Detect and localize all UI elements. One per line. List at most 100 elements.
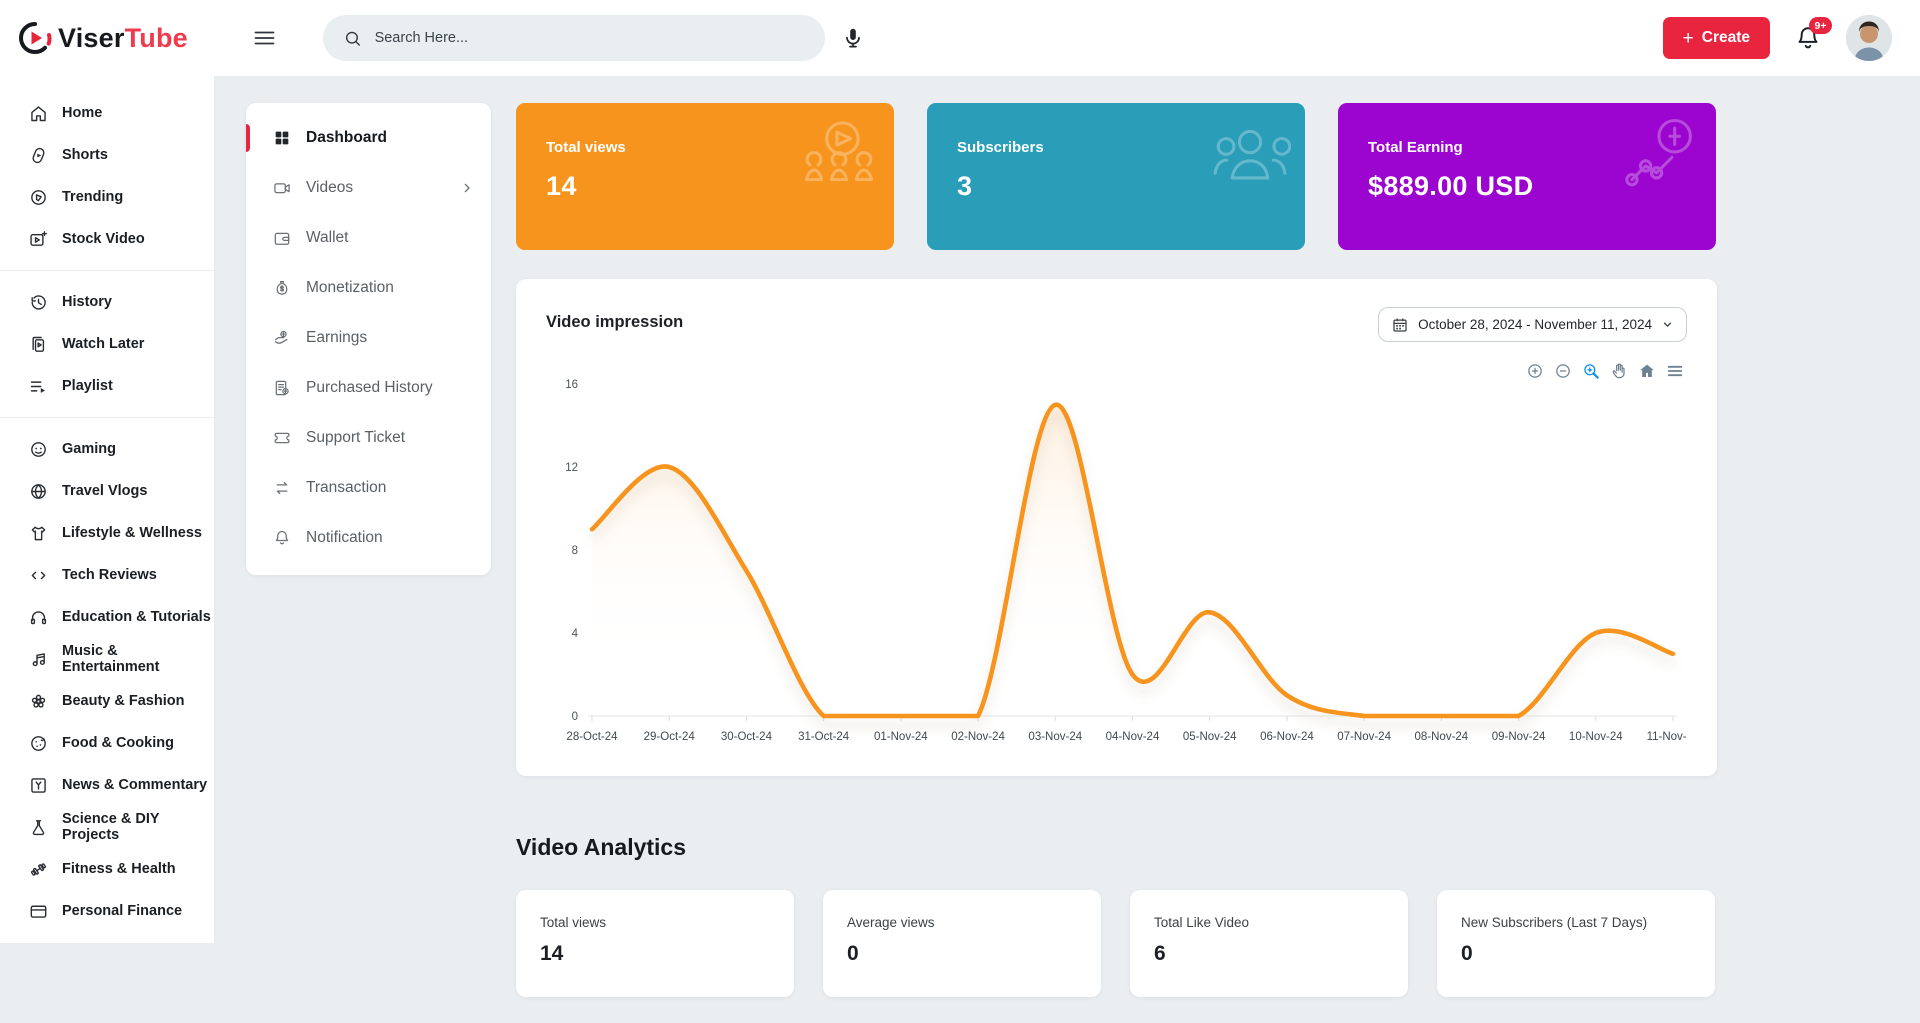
sidebar-item-education-tutorials[interactable]: Education & Tutorials <box>0 596 214 638</box>
sidebar-item-label: Watch Later <box>62 336 145 352</box>
svg-text:04-Nov-24: 04-Nov-24 <box>1106 731 1160 743</box>
sidebar-item-music-entertainment[interactable]: Music & Entertainment <box>0 638 214 680</box>
shorts-icon <box>32 147 45 163</box>
fitness-icon <box>30 862 47 876</box>
chart-toolbar <box>1525 361 1685 381</box>
plus-icon: + <box>1682 27 1694 49</box>
hamburger-menu-icon[interactable] <box>251 26 278 50</box>
sidebar-item-food-cooking[interactable]: Food & Cooking <box>0 722 214 764</box>
sidebar-item-label: Home <box>62 105 103 121</box>
sidebar-item-lifestyle-wellness[interactable]: Lifestyle & Wellness <box>0 512 214 554</box>
sidebar-item-gaming[interactable]: Gaming <box>0 428 214 470</box>
sidebar-item-beauty-fashion[interactable]: Beauty & Fashion <box>0 680 214 722</box>
analytics-card-new-subscribers-last-7-days-: New Subscribers (Last 7 Days) 0 <box>1437 890 1715 997</box>
menu-item-earnings[interactable]: Earnings <box>246 313 491 363</box>
menu-item-label: Wallet <box>306 229 349 246</box>
header: ViserTube + Create 9+ <box>0 0 1920 76</box>
chart-title: Video impression <box>546 313 684 331</box>
sidebar-item-stock-video[interactable]: Stock Video <box>0 218 214 260</box>
beauty-icon <box>31 694 46 708</box>
analytics-card-average-views: Average views 0 <box>823 890 1101 997</box>
zoom-out <box>1556 364 1570 378</box>
sidebar-item-shorts[interactable]: Shorts <box>0 134 214 176</box>
home-icon <box>31 105 46 121</box>
menu-item-wallet[interactable]: Wallet <box>246 213 491 263</box>
menu-item-label: Notification <box>306 529 383 546</box>
chevron-right-icon <box>464 183 470 193</box>
date-range-text: October 28, 2024 - November 11, 2024 <box>1418 317 1652 332</box>
news-icon <box>31 777 46 793</box>
header-actions: + Create 9+ <box>1662 15 1920 61</box>
menu-item-label: Dashboard <box>306 129 387 146</box>
menu-item-monetization[interactable]: Monetization <box>246 263 491 313</box>
analytics-card-total-like-video: Total Like Video 6 <box>1130 890 1408 997</box>
video-analytics-title: Video Analytics <box>516 834 687 860</box>
stat-card-total-views: Total views 14 <box>516 103 894 250</box>
sidebar-item-playlist[interactable]: Playlist <box>0 365 214 407</box>
sidebar-item-news-commentary[interactable]: News & Commentary <box>0 764 214 806</box>
sidebar-item-label: Stock Video <box>62 231 145 247</box>
app-logo[interactable]: ViserTube <box>0 21 215 55</box>
menu-tool-icon[interactable] <box>1665 361 1685 381</box>
zoom-out-tool-icon[interactable] <box>1553 361 1573 381</box>
notification-bell-icon[interactable]: 9+ <box>1794 17 1832 52</box>
watch-later-icon <box>32 336 45 352</box>
monetization-icon <box>276 281 288 295</box>
menu-item-transaction[interactable]: Transaction <box>246 463 491 513</box>
sidebar-item-home[interactable]: Home <box>0 92 214 134</box>
sidebar-item-label: Fitness & Health <box>62 861 176 877</box>
sidebar-item-trending[interactable]: Trending <box>0 176 214 218</box>
svg-text:11-Nov-24: 11-Nov-24 <box>1647 731 1687 743</box>
menu-item-support-ticket[interactable]: Support Ticket <box>246 413 491 463</box>
selection-zoom-tool-icon[interactable] <box>1581 361 1601 381</box>
search-bar[interactable] <box>323 15 825 61</box>
play-logo-icon <box>19 22 52 55</box>
menu-item-notification[interactable]: Notification <box>246 513 491 563</box>
dollar-chart-icon <box>1625 118 1692 187</box>
menu-item-purchased-history[interactable]: Purchased History <box>246 363 491 413</box>
svg-text:29-Oct-24: 29-Oct-24 <box>644 731 696 743</box>
wallet-icon <box>274 232 290 245</box>
zoom-in <box>1528 364 1542 378</box>
zoom-in-tool-icon[interactable] <box>1525 361 1545 381</box>
analytics-card-total-views: Total views 14 <box>516 890 794 997</box>
microphone-icon[interactable] <box>841 26 865 50</box>
active-indicator <box>246 124 250 152</box>
sidebar-item-label: Playlist <box>62 378 113 394</box>
main-content: Dashboard Videos Wallet Monetization Earning… <box>215 76 1920 1023</box>
reset-home-tool-icon[interactable] <box>1637 361 1657 381</box>
sidebar-item-watch-later[interactable]: Watch Later <box>0 323 214 365</box>
impression-line-chart[interactable]: 0 4 8 12 16 28-Oct-24 29-Oct-24 30-Oct-24 31-Oct… <box>546 366 1700 758</box>
stat-cards-row: Total views 14 Subscribers 3 Total Earning $8… <box>516 103 1717 250</box>
sidebar-item-fitness-health[interactable]: Fitness & Health <box>0 848 214 890</box>
sidebar-item-personal-finance[interactable]: Personal Finance <box>0 890 214 932</box>
analytics-card-label: New Subscribers (Last 7 Days) <box>1461 915 1648 930</box>
pan-tool-icon[interactable] <box>1609 361 1629 381</box>
logo-text: ViserTube <box>58 22 188 53</box>
svg-text:30-Oct-24: 30-Oct-24 <box>721 731 773 743</box>
sidebar-item-tech-reviews[interactable]: Tech Reviews <box>0 554 214 596</box>
svg-text:08-Nov-24: 08-Nov-24 <box>1415 731 1469 743</box>
create-button[interactable]: + Create <box>1662 17 1770 59</box>
creator-menu: Dashboard Videos Wallet Monetization Earning… <box>246 103 491 575</box>
menu-item-dashboard[interactable]: Dashboard <box>246 113 491 163</box>
sidebar-item-label: History <box>62 294 112 310</box>
search-input[interactable] <box>374 30 805 46</box>
svg-text:4: 4 <box>572 628 579 640</box>
purchased-history-icon <box>275 380 289 396</box>
menu-item-videos[interactable]: Videos <box>246 163 491 213</box>
finance-icon <box>30 905 47 918</box>
avatar[interactable] <box>1846 15 1892 61</box>
trending-icon <box>31 189 46 205</box>
analytics-card-label: Total views <box>540 915 607 930</box>
sidebar-item-science-diy-projects[interactable]: Science & DIY Projects <box>0 806 214 848</box>
svg-text:02-Nov-24: 02-Nov-24 <box>951 731 1005 743</box>
sidebar-item-label: Travel Vlogs <box>62 483 148 499</box>
sidebar-item-travel-vlogs[interactable]: Travel Vlogs <box>0 470 214 512</box>
sidebar-item-history[interactable]: History <box>0 281 214 323</box>
menu-item-label: Transaction <box>306 479 387 496</box>
analytics-cards-row: Total views 14 Average views 0 Total Like Vi… <box>516 890 1717 997</box>
analytics-card-label: Average views <box>847 915 935 930</box>
date-range-select[interactable]: October 28, 2024 - November 11, 2024 <box>1378 307 1687 342</box>
music-icon <box>32 652 45 666</box>
